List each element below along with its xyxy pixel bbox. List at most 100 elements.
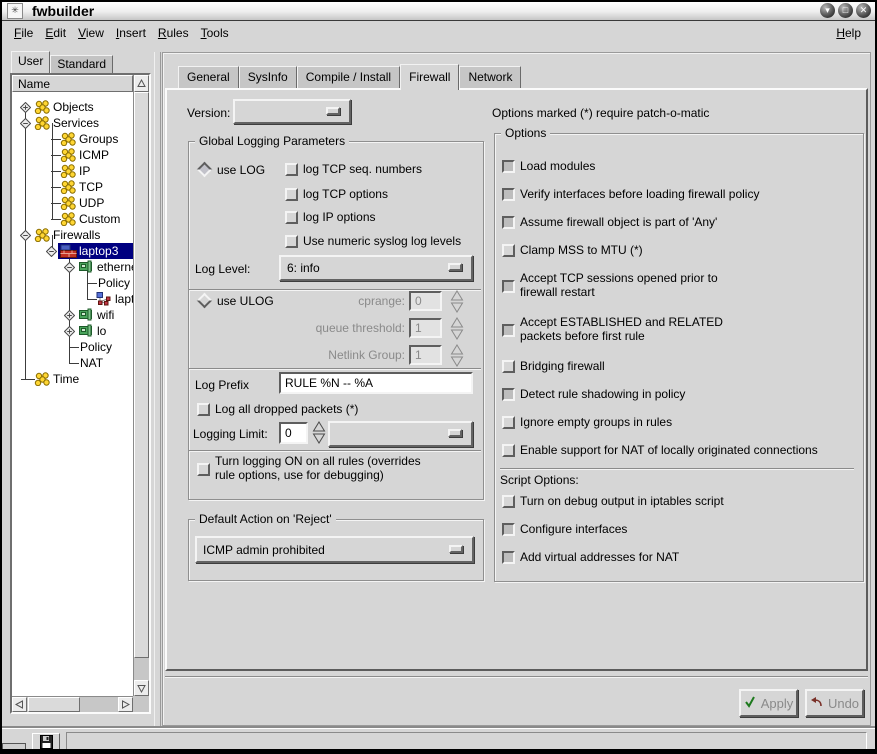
spin-buttons[interactable]	[450, 317, 464, 343]
tree-item-objects[interactable]: Objects	[12, 99, 133, 115]
tree-item-policy[interactable]: Policy	[12, 339, 133, 355]
checkbox[interactable]	[502, 360, 515, 373]
tree-item-etherne[interactable]: etherne	[12, 259, 133, 275]
checkbox-label[interactable]: Use numeric syslog log levels	[303, 234, 461, 249]
checkbox[interactable]	[285, 235, 298, 248]
scroll-right-button[interactable]	[118, 697, 133, 712]
sidebar-tab-standard[interactable]: Standard	[50, 55, 113, 73]
tree-item-tcp[interactable]: TCP	[12, 179, 133, 195]
checkbox-label[interactable]: Log all dropped packets (*)	[215, 402, 358, 417]
tree-item-lapt[interactable]: lapt	[12, 291, 133, 307]
checkbox[interactable]	[502, 416, 515, 429]
checkbox-label[interactable]: Detect rule shadowing in policy	[520, 387, 847, 402]
tab-general[interactable]: General	[178, 66, 239, 88]
spin-buttons[interactable]	[450, 344, 464, 370]
tree-item-policy[interactable]: Policy	[12, 275, 133, 291]
checkbox[interactable]	[285, 163, 298, 176]
tab-sysinfo[interactable]: SysInfo	[239, 66, 297, 88]
checkbox[interactable]	[197, 403, 210, 416]
tree-item-laptop3[interactable]: laptop3	[12, 243, 133, 259]
checkbox-label[interactable]: Turn logging ON on all rules (overrides …	[215, 454, 434, 482]
sidebar-tab-user[interactable]: User	[11, 51, 50, 73]
checkbox-label[interactable]: Accept TCP sessions opened prior to fire…	[520, 271, 742, 299]
tree-item-custom[interactable]: Custom	[12, 211, 133, 227]
apply-button[interactable]: Apply	[739, 689, 798, 717]
checkbox-label[interactable]: Configure interfaces	[520, 522, 847, 537]
tree-item-groups[interactable]: Groups	[12, 131, 133, 147]
checkbox[interactable]	[502, 444, 515, 457]
checkbox[interactable]	[502, 551, 515, 564]
ulog-field-value[interactable]: 1	[409, 318, 442, 338]
checkbox[interactable]	[502, 160, 515, 173]
menu-help[interactable]: Help	[836, 26, 861, 40]
log-prefix-input[interactable]	[279, 372, 473, 394]
checkbox-label[interactable]: Assume firewall object is part of 'Any'	[520, 215, 847, 230]
spin-buttons[interactable]	[450, 290, 464, 316]
checkbox-label[interactable]: Load modules	[520, 159, 847, 174]
tree-item-time[interactable]: Time	[12, 371, 133, 387]
checkbox[interactable]	[502, 495, 515, 508]
logging-limit-dropdown[interactable]	[328, 421, 473, 447]
tree-item-nat[interactable]: NAT	[12, 355, 133, 371]
menu-rules[interactable]: Rules	[158, 26, 189, 40]
horizontal-scroll-thumb[interactable]	[28, 697, 80, 712]
checkbox-label[interactable]: log TCP options	[303, 187, 388, 202]
tree-horizontal-scrollbar[interactable]	[12, 696, 133, 712]
checkbox-label[interactable]: Enable support for NAT of locally origin…	[520, 443, 847, 458]
tree-item-services[interactable]: Services	[12, 115, 133, 131]
tree-item-lo[interactable]: lo	[12, 323, 133, 339]
log-level-dropdown[interactable]: 6: info	[279, 255, 473, 281]
close-button[interactable]	[856, 3, 871, 18]
resize-grip[interactable]	[2, 743, 26, 753]
ulog-field-value[interactable]: 0	[409, 291, 442, 311]
maximize-button[interactable]	[838, 3, 853, 18]
undo-button[interactable]: Undo	[805, 689, 864, 717]
checkbox[interactable]	[285, 211, 298, 224]
tree-item-udp[interactable]: UDP	[12, 195, 133, 211]
checkbox-label[interactable]: Accept ESTABLISHED and RELATED packets b…	[520, 315, 742, 343]
panel-splitter[interactable]	[154, 52, 161, 726]
scroll-down-button[interactable]	[134, 680, 149, 696]
checkbox-label[interactable]: Bridging firewall	[520, 359, 847, 374]
checkbox[interactable]	[502, 244, 515, 257]
tab-compile-install[interactable]: Compile / Install	[297, 66, 400, 88]
checkbox[interactable]	[502, 523, 515, 536]
menu-insert[interactable]: Insert	[116, 26, 146, 40]
logging-limit-spin-buttons[interactable]	[312, 421, 326, 447]
scroll-up-button[interactable]	[134, 75, 149, 92]
use-log-label[interactable]: use LOG	[217, 163, 265, 177]
use-ulog-label[interactable]: use ULOG	[217, 294, 274, 308]
checkbox-label[interactable]: Ignore empty groups in rules	[520, 415, 847, 430]
tab-firewall[interactable]: Firewall	[400, 64, 459, 90]
save-button[interactable]	[32, 733, 60, 754]
tree-vertical-scrollbar[interactable]	[133, 75, 149, 696]
menu-edit[interactable]: Edit	[45, 26, 66, 40]
checkbox[interactable]	[502, 388, 515, 401]
scroll-left-button[interactable]	[12, 697, 27, 712]
shade-button[interactable]	[820, 3, 835, 18]
checkbox-label[interactable]: Add virtual addresses for NAT	[520, 550, 847, 565]
menu-view[interactable]: View	[78, 26, 104, 40]
tree-item-icmp[interactable]: ICMP	[12, 147, 133, 163]
checkbox-label[interactable]: Clamp MSS to MTU (*)	[520, 243, 847, 258]
tree-column-header[interactable]: Name	[12, 75, 133, 92]
checkbox[interactable]	[285, 188, 298, 201]
checkbox-label[interactable]: Turn on debug output in iptables script	[520, 494, 847, 509]
default-action-dropdown[interactable]: ICMP admin prohibited	[195, 536, 474, 563]
checkbox-label[interactable]: Verify interfaces before loading firewal…	[520, 187, 847, 202]
checkbox[interactable]	[502, 324, 515, 337]
checkbox[interactable]	[502, 280, 515, 293]
vertical-scroll-thumb[interactable]	[134, 92, 149, 658]
checkbox[interactable]	[502, 188, 515, 201]
tree-item-wifi[interactable]: wifi	[12, 307, 133, 323]
tree-item-ip[interactable]: IP	[12, 163, 133, 179]
ulog-field-value[interactable]: 1	[409, 345, 442, 365]
version-dropdown[interactable]	[233, 99, 351, 124]
tab-network[interactable]: Network	[459, 66, 521, 88]
tree-item-firewalls[interactable]: Firewalls	[12, 227, 133, 243]
menu-tools[interactable]: Tools	[201, 26, 229, 40]
menu-file[interactable]: File	[14, 26, 33, 40]
checkbox[interactable]	[502, 216, 515, 229]
app-icon[interactable]	[7, 3, 23, 19]
logging-limit-input[interactable]	[279, 422, 308, 444]
